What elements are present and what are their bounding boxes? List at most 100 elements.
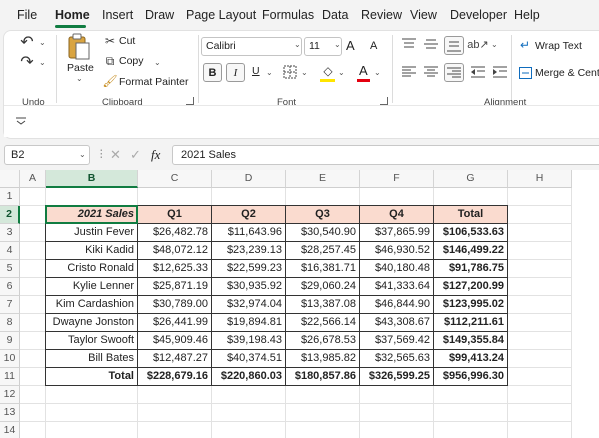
cell-e7[interactable]: $13,387.08: [286, 296, 360, 314]
cell-f3[interactable]: $37,865.99: [360, 224, 434, 242]
cell-g6[interactable]: $127,200.99: [434, 278, 508, 296]
name-box[interactable]: B2: [4, 145, 90, 165]
row-header-6[interactable]: 6: [0, 278, 20, 296]
cell-b3[interactable]: Justin Fever: [46, 224, 138, 242]
cell-e14[interactable]: [286, 422, 360, 438]
cell-c9[interactable]: $45,909.46: [138, 332, 212, 350]
cell-h3[interactable]: [508, 224, 572, 242]
cell-c6[interactable]: $25,871.19: [138, 278, 212, 296]
menu-draw[interactable]: Draw: [145, 8, 174, 22]
menu-review[interactable]: Review: [361, 8, 402, 22]
cell-b5[interactable]: Cristo Ronald: [46, 260, 138, 278]
row-header-9[interactable]: 9: [0, 332, 20, 350]
column-header-b[interactable]: B: [46, 170, 138, 188]
cell-b8[interactable]: Dwayne Jonston: [46, 314, 138, 332]
align-left-icon[interactable]: [401, 65, 417, 79]
cell-a14[interactable]: [20, 422, 46, 438]
menu-developer[interactable]: Developer: [450, 8, 507, 22]
cell-e3[interactable]: $30,540.90: [286, 224, 360, 242]
cell-e8[interactable]: $22,566.14: [286, 314, 360, 332]
fill-color-icon[interactable]: ◇: [320, 63, 336, 79]
undo-dropdown-icon[interactable]: ⌄: [39, 38, 46, 47]
formula-input[interactable]: 2021 Sales: [172, 145, 599, 165]
cell-a9[interactable]: [20, 332, 46, 350]
cell-d12[interactable]: [212, 386, 286, 404]
cell-c12[interactable]: [138, 386, 212, 404]
cell-c14[interactable]: [138, 422, 212, 438]
cell-a7[interactable]: [20, 296, 46, 314]
paste-dropdown-icon[interactable]: ⌄: [76, 74, 83, 83]
cell-e11[interactable]: $180,857.86: [286, 368, 360, 386]
cell-e5[interactable]: $16,381.71: [286, 260, 360, 278]
cell-a2[interactable]: [20, 206, 46, 224]
cell-g7[interactable]: $123,995.02: [434, 296, 508, 314]
cell-c7[interactable]: $30,789.00: [138, 296, 212, 314]
cell-b13[interactable]: [46, 404, 138, 422]
row-header-12[interactable]: 12: [0, 386, 20, 404]
cell-h6[interactable]: [508, 278, 572, 296]
cell-b9[interactable]: Taylor Swooft: [46, 332, 138, 350]
name-box-dropdown-icon[interactable]: ⌄: [79, 150, 86, 159]
menu-data[interactable]: Data: [322, 8, 348, 22]
cell-h10[interactable]: [508, 350, 572, 368]
column-header-f[interactable]: F: [360, 170, 434, 188]
cell-h4[interactable]: [508, 242, 572, 260]
align-right-button[interactable]: [444, 63, 464, 82]
cell-g10[interactable]: $99,413.24: [434, 350, 508, 368]
row-header-11[interactable]: 11: [0, 368, 20, 386]
row-header-3[interactable]: 3: [0, 224, 20, 242]
underline-button[interactable]: U: [252, 65, 260, 77]
menu-formulas[interactable]: Formulas: [262, 8, 314, 22]
menu-insert[interactable]: Insert: [102, 8, 133, 22]
cell-a12[interactable]: [20, 386, 46, 404]
cell-h11[interactable]: [508, 368, 572, 386]
clipboard-launcher-icon[interactable]: [186, 97, 194, 105]
cell-g12[interactable]: [434, 386, 508, 404]
format-painter-button[interactable]: Format Painter: [119, 76, 188, 88]
italic-button[interactable]: I: [226, 63, 245, 82]
orientation-dropdown-icon[interactable]: ⌄: [491, 40, 498, 49]
cell-h12[interactable]: [508, 386, 572, 404]
row-header-14[interactable]: 14: [0, 422, 20, 438]
cell-h9[interactable]: [508, 332, 572, 350]
cell-g5[interactable]: $91,786.75: [434, 260, 508, 278]
row-header-8[interactable]: 8: [0, 314, 20, 332]
row-header-7[interactable]: 7: [0, 296, 20, 314]
cell-d11[interactable]: $220,860.03: [212, 368, 286, 386]
column-header-g[interactable]: G: [434, 170, 508, 188]
cell-d5[interactable]: $22,599.23: [212, 260, 286, 278]
row-header-1[interactable]: 1: [0, 188, 20, 206]
cell-d2[interactable]: Q2: [212, 206, 286, 224]
merge-center-button[interactable]: Merge & Cente: [535, 67, 599, 79]
cell-f7[interactable]: $46,844.90: [360, 296, 434, 314]
font-color-dropdown-icon[interactable]: ⌄: [374, 68, 381, 77]
undo-icon[interactable]: ↶: [18, 33, 36, 51]
cell-g2[interactable]: Total: [434, 206, 508, 224]
underline-dropdown-icon[interactable]: ⌄: [266, 68, 273, 77]
scissors-icon[interactable]: ✂: [103, 34, 117, 48]
cell-e10[interactable]: $13,985.82: [286, 350, 360, 368]
cell-a13[interactable]: [20, 404, 46, 422]
column-header-h[interactable]: H: [508, 170, 572, 188]
cell-c2[interactable]: Q1: [138, 206, 212, 224]
cell-e4[interactable]: $28,257.45: [286, 242, 360, 260]
cell-d3[interactable]: $11,643.96: [212, 224, 286, 242]
row-header-2[interactable]: 2: [0, 206, 20, 224]
column-header-e[interactable]: E: [286, 170, 360, 188]
cancel-icon[interactable]: ✕: [110, 147, 121, 163]
cell-f6[interactable]: $41,333.64: [360, 278, 434, 296]
cell-e9[interactable]: $26,678.53: [286, 332, 360, 350]
cell-h2[interactable]: [508, 206, 572, 224]
menu-page-layout[interactable]: Page Layout: [186, 8, 256, 22]
cut-button[interactable]: Cut: [119, 35, 135, 47]
insert-function-icon[interactable]: fx: [151, 147, 160, 163]
cell-g3[interactable]: $106,533.63: [434, 224, 508, 242]
copy-button[interactable]: Copy: [119, 55, 144, 67]
cell-c3[interactable]: $26,482.78: [138, 224, 212, 242]
fill-color-dropdown-icon[interactable]: ⌄: [338, 68, 345, 77]
cell-b4[interactable]: Kiki Kadid: [46, 242, 138, 260]
cell-c5[interactable]: $12,625.33: [138, 260, 212, 278]
cell-g14[interactable]: [434, 422, 508, 438]
cell-c11[interactable]: $228,679.16: [138, 368, 212, 386]
cell-d10[interactable]: $40,374.51: [212, 350, 286, 368]
